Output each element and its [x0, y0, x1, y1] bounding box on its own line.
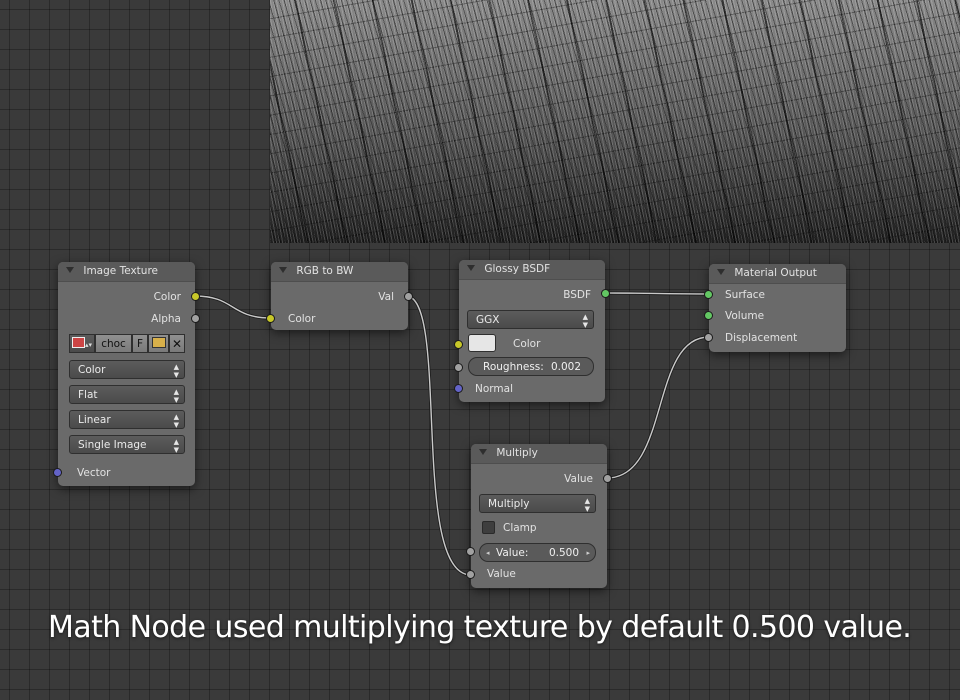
material-output-header[interactable]: Material Output: [709, 264, 846, 284]
operation-dropdown[interactable]: Multiply ▲ ▼: [479, 494, 596, 513]
link-image-color-to-rgb[interactable]: [194, 294, 272, 320]
updown-arrows-icon: ▲ ▼: [173, 438, 179, 454]
color-space-dropdown[interactable]: Color ▲ ▼: [69, 360, 185, 379]
collapse-triangle-icon[interactable]: [279, 267, 287, 273]
input-displacement-socket[interactable]: [704, 333, 713, 342]
input-color-label: Color: [288, 313, 316, 325]
material-output-node[interactable]: Material Output Surface Volume Displacem…: [704, 264, 846, 352]
source-dropdown[interactable]: Single Image ▲ ▼: [69, 435, 185, 454]
input-roughness-socket[interactable]: [454, 363, 463, 372]
updown-arrows-icon: ▲ ▼: [173, 413, 179, 429]
glossy-bsdf-title: Glossy BSDF: [484, 263, 551, 275]
rgb-to-bw-title: RGB to BW: [296, 265, 354, 277]
distribution-value: GGX: [476, 314, 500, 326]
output-bsdf-socket[interactable]: [601, 289, 610, 298]
image-texture-title: Image Texture: [83, 265, 159, 277]
collapse-triangle-icon[interactable]: [717, 269, 725, 275]
clamp-checkbox[interactable]: [482, 521, 495, 534]
projection-dropdown[interactable]: Flat ▲ ▼: [69, 385, 185, 404]
link-multiply-to-displacement[interactable]: [606, 335, 710, 480]
glossy-bsdf-header[interactable]: Glossy BSDF: [459, 260, 605, 280]
output-value-label: Value: [564, 473, 593, 485]
output-color-socket[interactable]: [191, 292, 200, 301]
unlink-image-button[interactable]: ✕: [169, 334, 185, 353]
updown-arrows-icon: ▲ ▼: [584, 497, 590, 513]
input-color-socket[interactable]: [454, 340, 463, 349]
input-volume-socket[interactable]: [704, 311, 713, 320]
output-color-label: Color: [153, 291, 181, 303]
decrement-arrow-icon[interactable]: ◂: [486, 544, 490, 563]
roughness-label: Roughness:: [483, 361, 544, 373]
open-image-button[interactable]: [148, 334, 169, 353]
clamp-label: Clamp: [503, 522, 537, 534]
output-value-socket[interactable]: [603, 474, 612, 483]
input-normal-socket[interactable]: [454, 384, 463, 393]
input-vector-label: Vector: [77, 467, 111, 479]
input-value-socket-1[interactable]: [466, 547, 475, 556]
input-value-label: Value: [487, 568, 516, 580]
updown-arrows-icon: ▲ ▼: [173, 388, 179, 404]
input-color-socket[interactable]: [266, 314, 275, 323]
projection-value: Flat: [78, 389, 98, 401]
folder-icon: [151, 337, 166, 348]
fake-user-button[interactable]: F: [132, 334, 148, 353]
updown-arrows-icon: ▲ ▼: [582, 313, 588, 329]
close-icon: ✕: [171, 337, 183, 351]
normal-label: Normal: [475, 383, 513, 395]
output-bsdf-label: BSDF: [563, 289, 591, 301]
output-val-socket[interactable]: [404, 292, 413, 301]
rgb-to-bw-header[interactable]: RGB to BW: [271, 262, 408, 282]
input-surface-socket[interactable]: [704, 290, 713, 299]
render-preview: [270, 0, 960, 243]
multiply-node[interactable]: Multiply Value Multiply ▲ ▼ Clamp ◂ Value:…: [466, 444, 612, 588]
input-displacement-label: Displacement: [725, 332, 798, 344]
interpolation-dropdown[interactable]: Linear ▲ ▼: [69, 410, 185, 429]
output-val-label: Val: [378, 291, 394, 303]
value-slider-label: Value:: [496, 547, 529, 559]
roughness-value: 0.002: [550, 361, 581, 373]
caption-text: Math Node used multiplying texture by de…: [48, 610, 912, 645]
interpolation-value: Linear: [78, 414, 111, 426]
collapse-triangle-icon[interactable]: [66, 267, 74, 273]
multiply-title: Multiply: [496, 447, 538, 459]
glossy-bsdf-node[interactable]: Glossy BSDF BSDF GGX ▲ ▼ Color Roughness: …: [454, 260, 610, 402]
operation-value: Multiply: [488, 498, 530, 510]
multiply-header[interactable]: Multiply: [471, 444, 607, 464]
image-name-field[interactable]: choc: [95, 334, 132, 353]
input-volume-label: Volume: [725, 310, 765, 322]
roughness-slider[interactable]: Roughness: 0.002: [468, 357, 594, 376]
source-value: Single Image: [78, 439, 147, 451]
color-swatch[interactable]: [468, 334, 496, 352]
image-browse-button[interactable]: ▴▾: [69, 334, 95, 353]
input-value-socket-2[interactable]: [466, 570, 475, 579]
color-label: Color: [513, 338, 541, 350]
input-surface-label: Surface: [725, 289, 766, 301]
color-space-value: Color: [78, 364, 106, 376]
value-slider-value: 0.500: [548, 547, 579, 559]
collapse-triangle-icon[interactable]: [467, 265, 475, 271]
distribution-dropdown[interactable]: GGX ▲ ▼: [467, 310, 594, 329]
increment-arrow-icon[interactable]: ▸: [586, 544, 590, 563]
image-icon: [71, 337, 85, 348]
image-texture-header[interactable]: Image Texture: [58, 262, 195, 282]
value-slider[interactable]: ◂ Value: 0.500 ▸: [479, 543, 596, 562]
input-vector-socket[interactable]: [53, 468, 62, 477]
rgb-to-bw-node[interactable]: RGB to BW Val Color: [266, 262, 413, 330]
output-alpha-label: Alpha: [151, 313, 181, 325]
image-texture-node[interactable]: Image Texture Color Alpha ▴▾ choc F ✕ Co…: [53, 262, 200, 486]
material-output-title: Material Output: [734, 267, 817, 279]
output-alpha-socket[interactable]: [191, 314, 200, 323]
collapse-triangle-icon[interactable]: [479, 449, 487, 455]
updown-arrows-icon: ▲ ▼: [173, 363, 179, 379]
link-bsdf-to-surface[interactable]: [604, 291, 710, 296]
